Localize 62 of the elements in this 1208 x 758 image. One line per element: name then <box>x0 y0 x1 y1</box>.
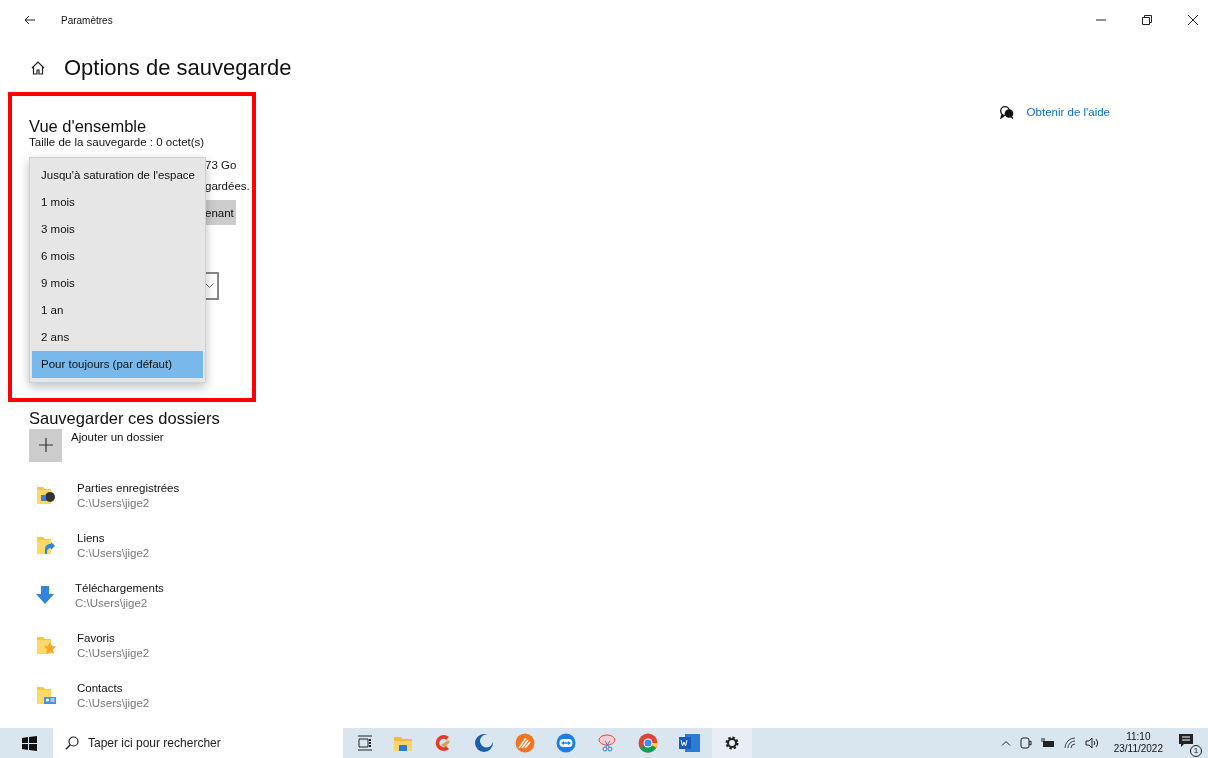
home-icon[interactable] <box>30 60 46 76</box>
folder-path: C:\Users\jige2 <box>77 496 151 509</box>
folder-star-icon <box>35 634 57 656</box>
backup-size-text: Taille de la sauvegarde : 0 octet(s) <box>29 136 206 148</box>
remote-app-icon[interactable] <box>556 733 576 753</box>
task-view-icon[interactable] <box>357 735 373 751</box>
settings-icon[interactable] <box>723 734 741 752</box>
clock-time[interactable]: 11:10 <box>1126 731 1151 743</box>
dropdown-option[interactable]: Pour toujours (par défaut) <box>32 351 203 378</box>
dropdown-option[interactable]: Jusqu'à saturation de l'espace <box>32 162 203 189</box>
folder-name[interactable]: Liens <box>77 531 150 544</box>
folder-path: C:\Users\jige2 <box>75 596 149 609</box>
download-arrow-icon <box>35 585 55 605</box>
scissors-app-icon[interactable] <box>597 733 617 753</box>
add-folder-label[interactable]: Ajouter un dossier <box>71 430 164 443</box>
folder-path: C:\Users\jige2 <box>77 646 150 659</box>
dropdown-option[interactable]: 2 ans <box>32 324 203 351</box>
caret-icon[interactable] <box>1000 740 1011 746</box>
help-chat-icon <box>999 106 1014 119</box>
word-icon[interactable] <box>679 733 701 753</box>
clock-date[interactable]: 23/11/2022 <box>1113 743 1163 755</box>
folder-name[interactable]: Contacts <box>77 681 150 694</box>
window-title: Paramètres <box>61 14 113 26</box>
folder-path: C:\Users\jige2 <box>77 546 150 559</box>
dropdown-option[interactable]: 1 an <box>32 297 203 324</box>
dropdown-option[interactable]: 3 mois <box>32 216 203 243</box>
notification-icon <box>1178 733 1194 748</box>
chrome-icon[interactable] <box>638 733 658 753</box>
storage-text: 73 Go <box>204 159 238 171</box>
section-heading: Vue d'ensemble <box>29 117 148 136</box>
folder-name[interactable]: Favoris <box>77 631 150 644</box>
cleaner-app-icon[interactable] <box>433 733 453 753</box>
striped-circle-app-icon[interactable] <box>515 733 535 753</box>
dropdown-option[interactable]: 1 mois <box>32 189 203 216</box>
back-icon[interactable] <box>24 15 36 25</box>
speaker-icon[interactable] <box>1084 737 1099 749</box>
dropdown-option[interactable]: 6 mois <box>32 243 203 270</box>
folder-contact-icon <box>35 684 57 706</box>
windows-start-icon[interactable] <box>22 735 37 751</box>
camera-icon[interactable] <box>1019 737 1032 749</box>
search-icon <box>65 736 79 750</box>
folder-shortcut-icon <box>35 534 57 556</box>
plus-icon <box>38 438 53 452</box>
section-heading: Sauvegarder ces dossiers <box>29 410 221 427</box>
folder-name[interactable]: Téléchargements <box>75 581 164 594</box>
backup-now-button[interactable]: enant <box>205 200 236 225</box>
close-icon[interactable] <box>1188 15 1198 25</box>
description-text: gardées. <box>204 180 251 192</box>
add-folder-button[interactable] <box>29 428 62 462</box>
dropdown-option[interactable]: 9 mois <box>32 270 203 297</box>
moon-app-icon[interactable] <box>474 733 494 753</box>
folder-name[interactable]: Parties enregistrées <box>77 481 180 494</box>
file-explorer-icon[interactable] <box>394 735 412 751</box>
notification-count: 1 <box>1190 745 1202 757</box>
battery-icon[interactable] <box>1040 738 1055 748</box>
help-link[interactable]: Obtenir de l'aide <box>1026 106 1110 118</box>
page-title: Options de sauvegarde <box>64 55 292 81</box>
wifi-icon[interactable] <box>1063 737 1076 749</box>
search-field[interactable]: Taper ici pour rechercher <box>53 728 343 758</box>
folder-path: C:\Users\jige2 <box>77 696 150 709</box>
folder-game-icon <box>35 484 57 506</box>
restore-icon[interactable] <box>1142 15 1152 25</box>
